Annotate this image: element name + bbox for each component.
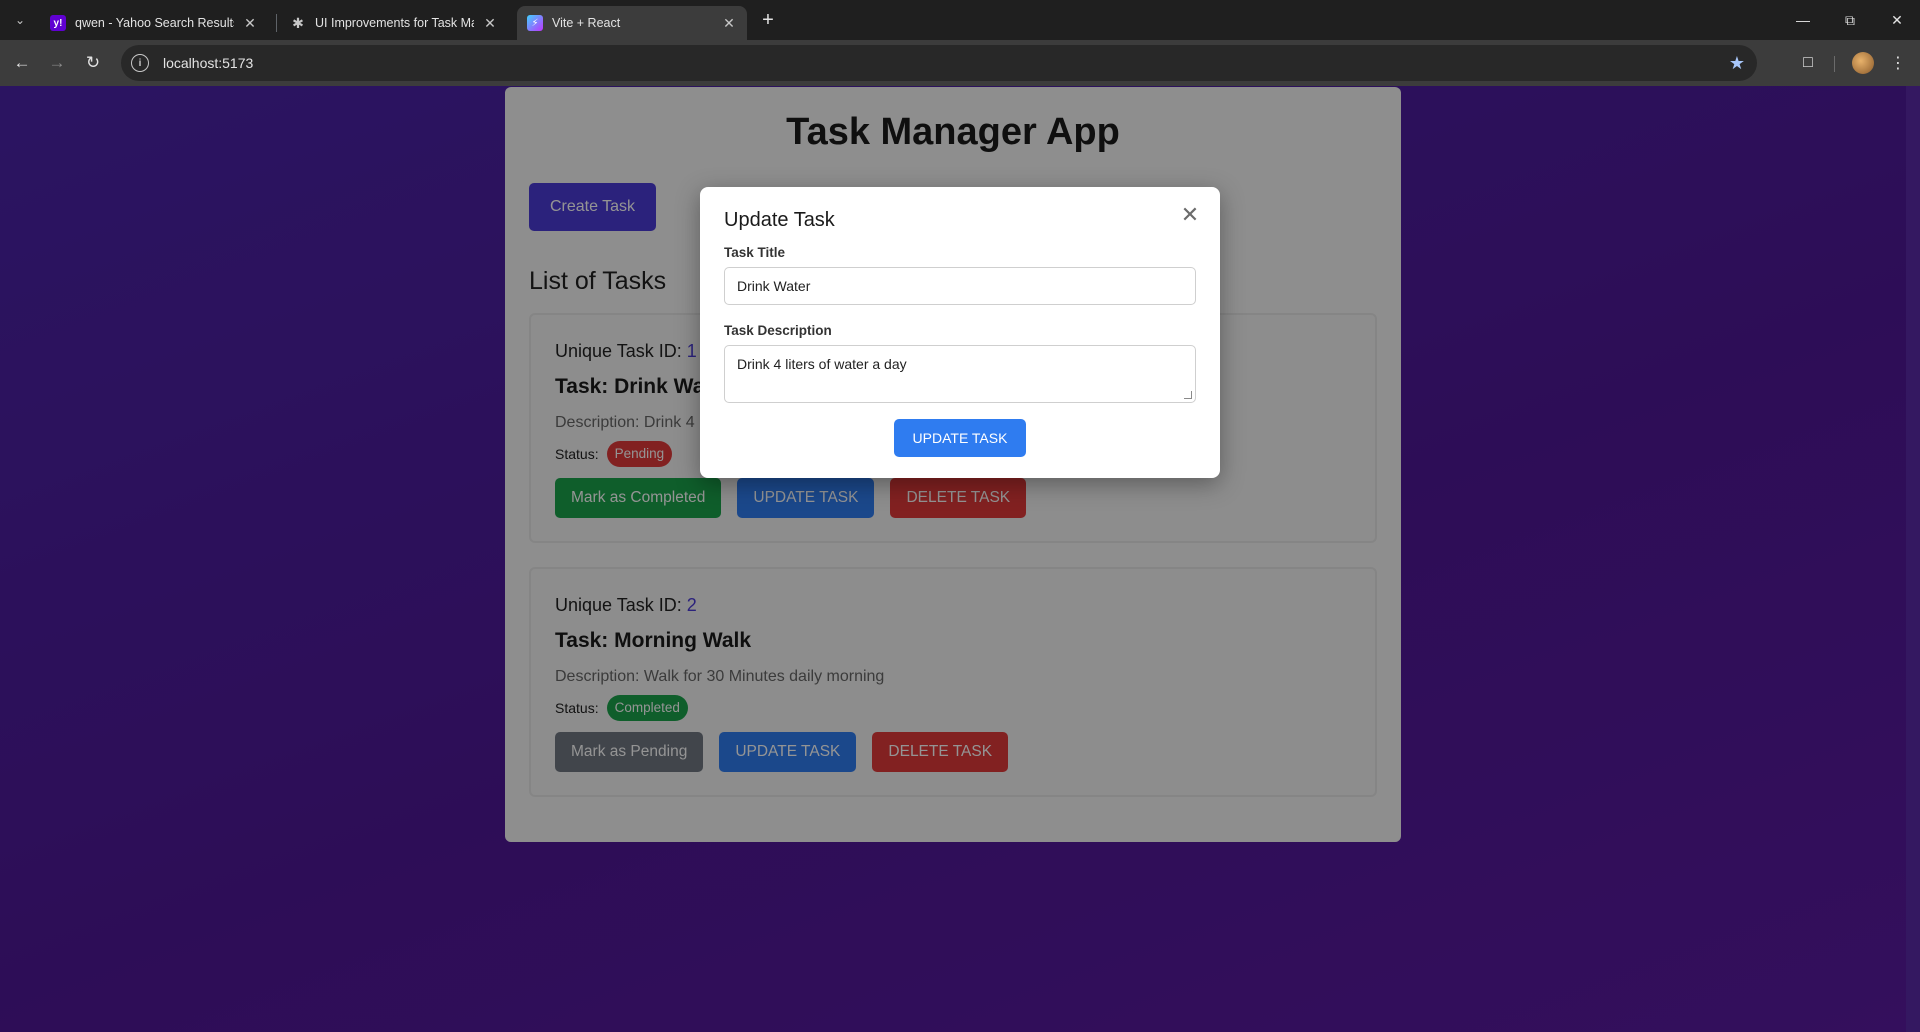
- more-menu-icon[interactable]: ⋮: [1888, 51, 1908, 75]
- close-tab-icon[interactable]: ✕: [482, 15, 498, 31]
- ai-chat-icon: ✱: [292, 14, 304, 31]
- extensions-icon[interactable]: □: [1796, 51, 1820, 75]
- browser-tab-strip: ⌄ y! qwen - Yahoo Search Results ✕ ✱ UI …: [0, 0, 1920, 40]
- resize-handle-icon[interactable]: [1184, 391, 1192, 399]
- close-icon[interactable]: ✕: [1178, 202, 1202, 227]
- address-bar[interactable]: i localhost:5173 ★: [121, 45, 1757, 81]
- browser-toolbar: ← → ↻ i localhost:5173 ★ □ ⋮: [0, 40, 1920, 86]
- modal-title: Update Task: [724, 209, 835, 231]
- browser-tab-vite[interactable]: ⚡ Vite + React ✕: [517, 6, 747, 40]
- toolbar-divider: [1834, 56, 1835, 72]
- forward-icon[interactable]: →: [43, 49, 71, 77]
- close-tab-icon[interactable]: ✕: [242, 15, 258, 31]
- restore-icon[interactable]: ⧉: [1827, 0, 1873, 40]
- task-description-textarea[interactable]: Drink 4 liters of water a day: [724, 345, 1196, 403]
- yahoo-icon: y!: [50, 15, 66, 31]
- tab-title: UI Improvements for Task Mana: [315, 16, 474, 30]
- page-viewport: Task Manager App Create Task List of Tas…: [0, 86, 1920, 1032]
- url-text: localhost:5173: [163, 55, 254, 71]
- reload-icon[interactable]: ↻: [79, 49, 107, 77]
- site-info-icon[interactable]: i: [131, 54, 149, 72]
- tab-title: qwen - Yahoo Search Results: [75, 16, 234, 30]
- task-description-label: Task Description: [724, 323, 832, 338]
- minimize-icon[interactable]: —: [1780, 0, 1826, 40]
- browser-tab-chat[interactable]: ✱ UI Improvements for Task Mana ✕: [280, 6, 508, 40]
- task-title-label: Task Title: [724, 245, 786, 260]
- tab-title: Vite + React: [552, 16, 621, 30]
- profile-avatar[interactable]: [1852, 52, 1874, 74]
- close-tab-icon[interactable]: ✕: [721, 15, 737, 31]
- close-window-icon[interactable]: ✕: [1874, 0, 1920, 40]
- vite-icon: ⚡: [527, 15, 543, 31]
- browser-tab-yahoo[interactable]: y! qwen - Yahoo Search Results ✕: [40, 6, 268, 40]
- back-icon[interactable]: ←: [8, 49, 36, 77]
- update-task-modal: Update Task ✕ Task Title Drink Water Tas…: [700, 187, 1220, 478]
- bookmark-star-icon[interactable]: ★: [1729, 53, 1745, 74]
- new-tab-icon[interactable]: +: [756, 8, 780, 32]
- tab-search-dropdown-icon[interactable]: ⌄: [8, 8, 32, 32]
- modal-update-task-button[interactable]: UPDATE TASK: [894, 419, 1026, 457]
- task-title-input[interactable]: Drink Water: [724, 267, 1196, 305]
- tab-separator: [276, 14, 277, 32]
- task-description-value: Drink 4 liters of water a day: [737, 356, 907, 372]
